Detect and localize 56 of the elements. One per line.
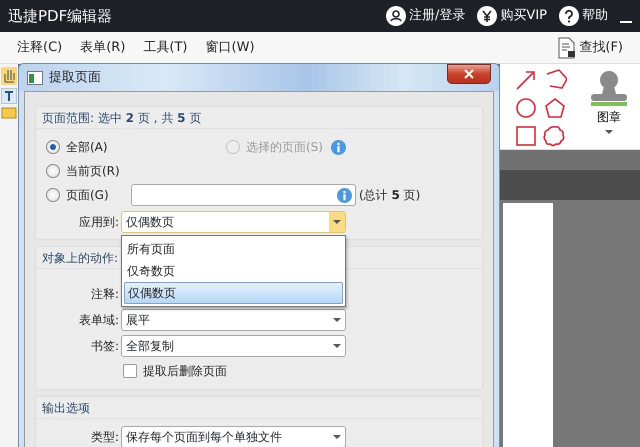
section-heading: 页面范围: 选中 2 页 , 共 5 页 xyxy=(36,107,482,129)
menu-item[interactable]: 表单(R) xyxy=(71,38,134,58)
comment-icon[interactable] xyxy=(1,107,17,121)
info-icon[interactable] xyxy=(337,188,352,202)
dropdown-option[interactable]: 所有页面 xyxy=(124,238,343,260)
circle-icon[interactable] xyxy=(514,96,538,120)
dropdown-field[interactable]: 全部复制 xyxy=(121,335,346,357)
dropdown-arrow-icon xyxy=(333,435,341,439)
radio-button[interactable] xyxy=(46,188,60,202)
dropdown-arrow-icon xyxy=(333,318,341,322)
radio-label[interactable]: 页面(G) xyxy=(66,186,109,204)
field-label: 类型: xyxy=(90,429,120,446)
yen-icon xyxy=(477,6,498,26)
radio-button[interactable] xyxy=(46,140,60,154)
page-range-field[interactable] xyxy=(131,184,356,206)
radio-label[interactable]: 全部(A) xyxy=(66,138,108,156)
pentagon-icon[interactable] xyxy=(543,96,567,120)
checkbox-label[interactable]: 提取后删除页面 xyxy=(143,362,227,380)
header-link[interactable]: 注册/登录 xyxy=(386,6,466,26)
close-icon xyxy=(464,69,474,79)
menu-item[interactable]: 窗口(W) xyxy=(196,38,264,58)
dropdown-arrow-icon xyxy=(333,344,341,348)
dropdown-option[interactable]: 仅奇数页 xyxy=(124,260,343,282)
dropdown-option[interactable]: 仅偶数页 xyxy=(124,282,343,304)
hand-icon[interactable] xyxy=(1,67,17,85)
square-icon[interactable] xyxy=(514,124,538,148)
app-title: 迅捷PDF编辑器 xyxy=(8,6,112,27)
field-label: 书签: xyxy=(90,338,120,355)
info-icon[interactable] xyxy=(330,140,346,154)
header-link[interactable]: 帮助 xyxy=(559,6,608,26)
dropdown-field[interactable]: 展平 xyxy=(121,309,346,331)
dialog-title: 提取页面 xyxy=(49,68,101,87)
close-button[interactable] xyxy=(447,64,491,84)
arrow-icon[interactable] xyxy=(514,68,538,92)
text-tool-icon[interactable] xyxy=(1,88,17,104)
field-label: 应用到: xyxy=(78,214,120,231)
menu-item[interactable]: 注释(C) xyxy=(8,38,72,58)
radio-button[interactable] xyxy=(46,164,60,178)
search-button[interactable]: 查找(F) xyxy=(549,36,632,58)
dropdown-arrow-icon xyxy=(333,220,341,224)
radio-label: 选择的页面(S) xyxy=(246,139,323,156)
help-icon xyxy=(559,6,579,26)
checkbox[interactable] xyxy=(123,364,137,378)
field-label: 表单域: xyxy=(78,312,120,329)
window-icon xyxy=(27,70,43,84)
user-icon xyxy=(386,6,406,26)
section-heading: 输出选项 xyxy=(36,397,482,419)
field-label: 注释: xyxy=(90,286,120,303)
radio-label[interactable]: 当前页(R) xyxy=(66,162,120,180)
cloud-shape-icon[interactable] xyxy=(543,124,567,148)
header-link[interactable]: 购买VIP xyxy=(477,6,547,26)
caret-icon xyxy=(605,130,613,134)
page-total-text: (总计 5 页) xyxy=(359,187,420,204)
dropdown-field[interactable]: 保存每个页面到每个单独文件 xyxy=(121,426,346,447)
menu-item[interactable]: 工具(T) xyxy=(134,38,197,58)
find-document-icon xyxy=(558,36,576,58)
